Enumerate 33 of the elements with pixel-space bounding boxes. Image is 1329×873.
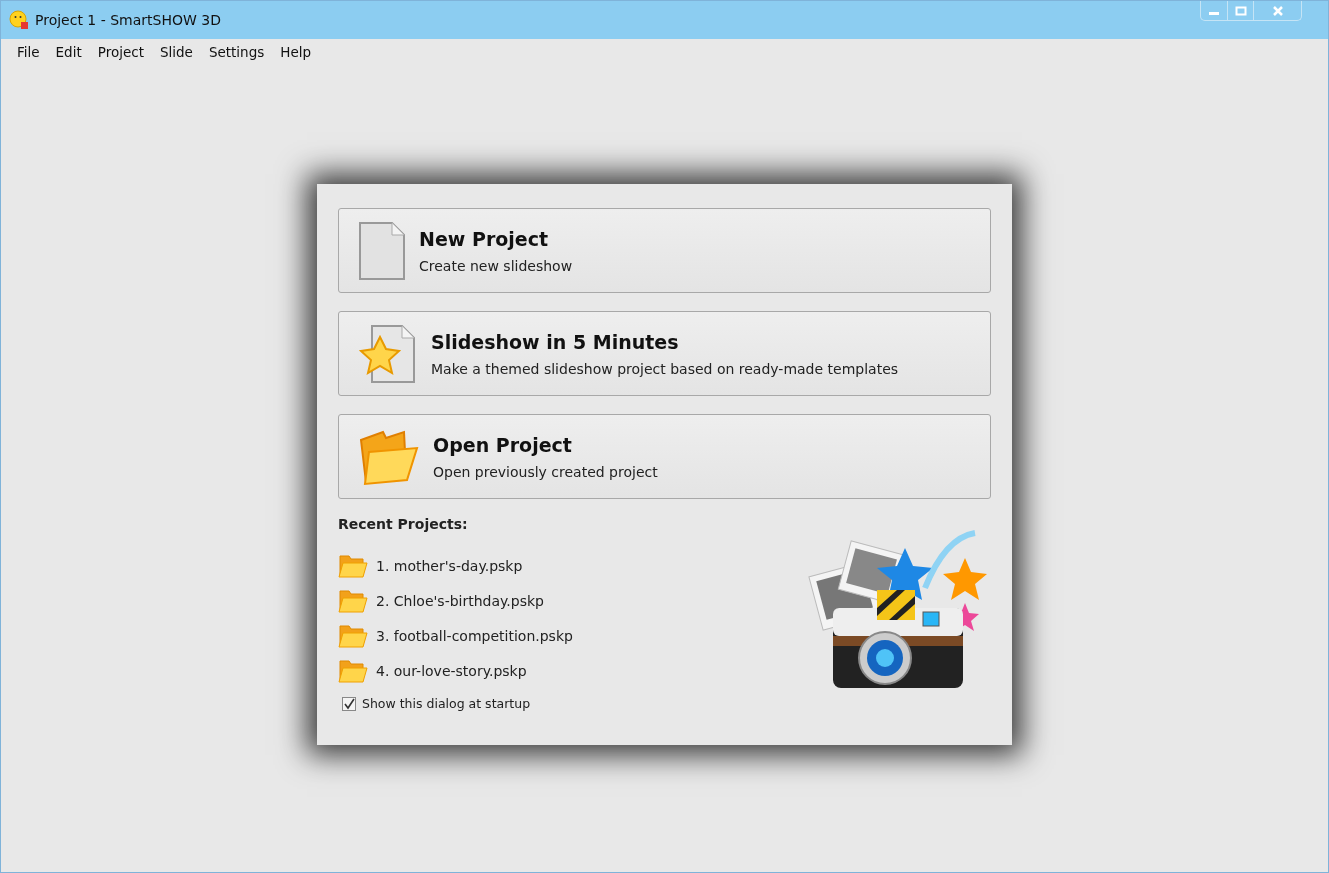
action-description: Open previously created project <box>433 463 658 480</box>
recent-project-link[interactable]: 1. mother's-day.pskp <box>338 548 573 583</box>
close-icon <box>1271 5 1284 16</box>
checkbox-label: Show this dialog at startup <box>362 696 531 711</box>
folder-icon <box>338 552 368 579</box>
action-button[interactable]: Slideshow in 5 Minutes Make a themed slideshow project based on ready-made templates <box>338 311 991 396</box>
action-title: New Project <box>419 227 550 250</box>
folder-icon <box>338 587 368 614</box>
recent-heading: Recent Projects: <box>338 516 469 532</box>
star-document-icon <box>359 324 417 383</box>
menu-item[interactable]: Help <box>272 41 320 63</box>
checkbox[interactable] <box>342 696 356 711</box>
menu-item[interactable]: Settings <box>200 41 273 63</box>
document-icon <box>359 221 405 280</box>
menu-item[interactable]: Edit <box>47 41 90 63</box>
smiley-app-icon <box>9 10 29 30</box>
menu-item[interactable]: Project <box>89 41 152 63</box>
menu-item[interactable]: Slide <box>151 41 201 63</box>
recent-project-link[interactable]: 2. Chloe's-birthday.pskp <box>338 583 573 618</box>
action-description: Make a themed slideshow project based on ready-made templates <box>431 360 899 377</box>
minimize-icon <box>1209 12 1219 15</box>
action-description: Create new slideshow <box>419 257 573 274</box>
maximize-icon <box>1234 5 1247 16</box>
action-button[interactable]: Open Project Open previously created project <box>338 414 991 499</box>
action-button[interactable]: New Project Create new slideshow <box>338 208 991 293</box>
menu-item[interactable]: File <box>9 41 48 63</box>
recent-project-link[interactable]: 3. football-competition.pskp <box>338 618 573 653</box>
recent-project-link[interactable]: 4. our-love-story.pskp <box>338 653 573 688</box>
folder-icon <box>338 657 368 684</box>
action-title: Open Project <box>433 433 573 456</box>
folder-icon <box>338 622 368 649</box>
window-title: Project 1 - SmartSHOW 3D <box>35 12 221 28</box>
action-title: Slideshow in 5 Minutes <box>431 330 680 353</box>
